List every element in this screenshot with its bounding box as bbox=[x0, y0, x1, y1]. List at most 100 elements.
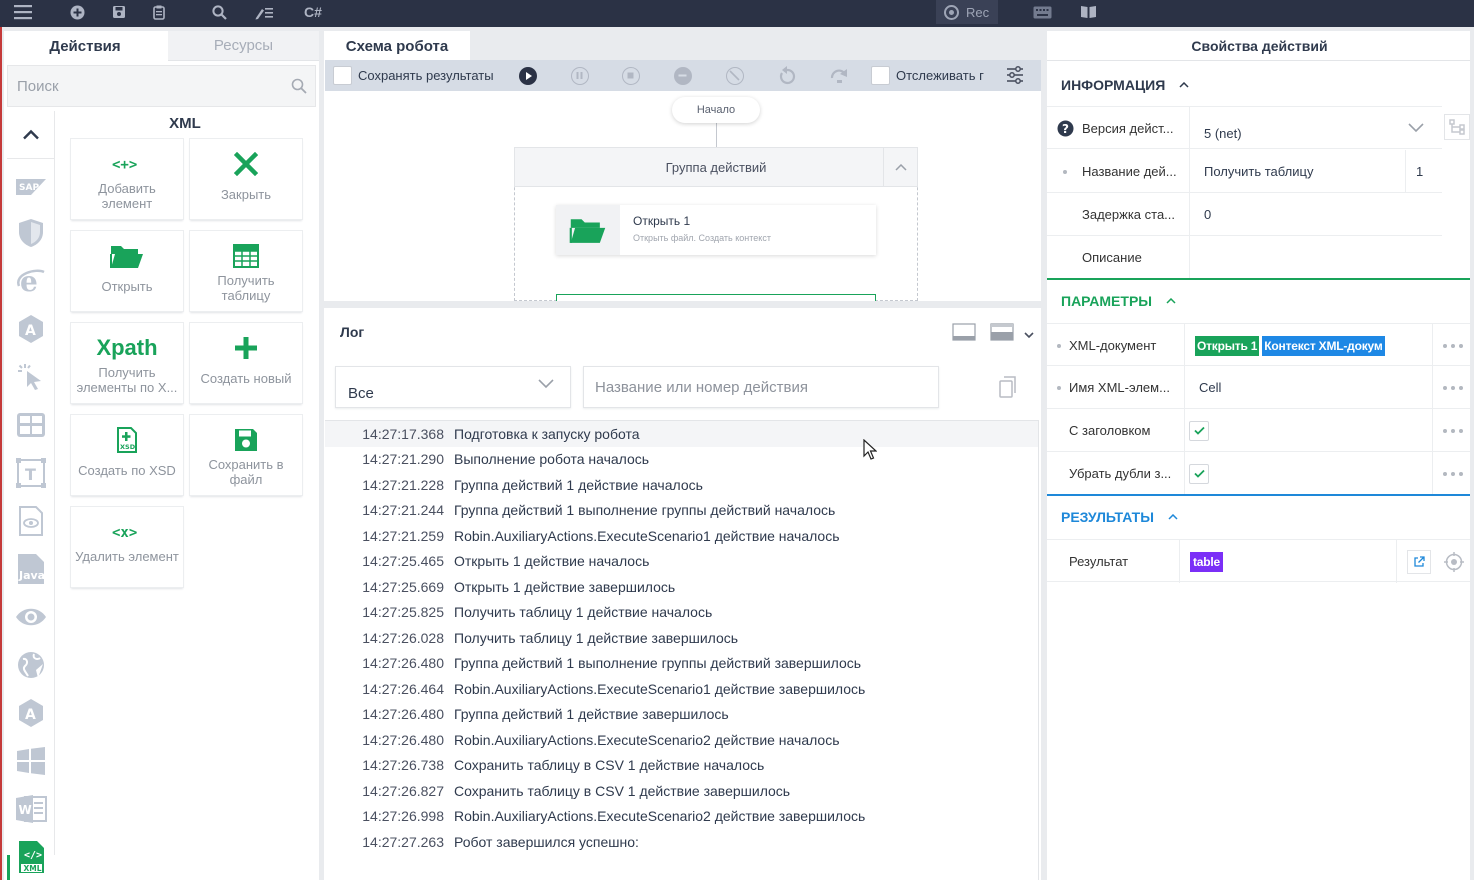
minus-icon[interactable] bbox=[674, 67, 692, 85]
tile-add-element[interactable]: <+> Добавить элемент bbox=[71, 139, 183, 219]
cancel-icon[interactable] bbox=[726, 67, 744, 85]
layout-split-icon[interactable] bbox=[990, 323, 1014, 344]
click-cursor-category-icon[interactable] bbox=[15, 361, 47, 393]
keyboard-icon[interactable] bbox=[1030, 0, 1054, 24]
automation-category-icon[interactable]: A bbox=[15, 313, 47, 345]
log-row[interactable]: 14:27:21.244 Группа действий 1 выполнение… bbox=[325, 498, 1038, 524]
new-icon[interactable] bbox=[66, 0, 88, 24]
log-list[interactable]: 14:27:17.368 Подготовка к запуску робота 1… bbox=[325, 420, 1039, 880]
stop-icon[interactable] bbox=[622, 67, 640, 85]
name-input[interactable]: Получить таблицу bbox=[1189, 150, 1405, 193]
dedupe-checkbox[interactable] bbox=[1189, 463, 1209, 484]
tab-robot-schema[interactable]: Схема робота bbox=[324, 33, 470, 60]
play-icon[interactable] bbox=[519, 67, 537, 85]
version-tree-icon[interactable] bbox=[1444, 114, 1470, 140]
group-collapse-button[interactable] bbox=[883, 148, 917, 186]
next-action-node[interactable] bbox=[556, 294, 876, 301]
table-category-icon[interactable] bbox=[15, 409, 47, 441]
log-search-input[interactable]: Название или номер действия bbox=[583, 366, 939, 408]
params-section-header[interactable]: ПАРАМЕТРЫ bbox=[1047, 281, 1472, 321]
log-row[interactable]: 14:27:21.290 Выполнение робота началось bbox=[325, 447, 1038, 473]
name-number[interactable]: 1 bbox=[1405, 150, 1442, 193]
log-row[interactable]: 14:27:21.228 Группа действий 1 действие н… bbox=[325, 472, 1038, 498]
book-icon[interactable] bbox=[1076, 0, 1100, 24]
windows-category-icon[interactable] bbox=[15, 745, 47, 777]
ie-browser-category-icon[interactable]: e bbox=[15, 265, 47, 297]
properties-scrollbar[interactable] bbox=[1470, 31, 1474, 880]
xml-doc-tag-open[interactable]: Открыть 1 bbox=[1195, 335, 1260, 356]
result-value[interactable]: table bbox=[1179, 540, 1396, 583]
log-row[interactable]: 14:27:25.465 Открыть 1 действие началось bbox=[325, 549, 1038, 575]
action-group-header[interactable]: Группа действий bbox=[514, 147, 918, 187]
tile-remove-element[interactable]: <x> Удалить элемент bbox=[71, 507, 183, 587]
log-row[interactable]: 14:27:26.480 Robin.AuxiliaryActions.Execu… bbox=[325, 727, 1038, 753]
clipboard-icon[interactable] bbox=[148, 0, 170, 24]
tile-create-new[interactable]: Создать новый bbox=[190, 323, 302, 403]
tile-open[interactable]: Открыть bbox=[71, 231, 183, 311]
info-section-header[interactable]: ИНФОРМАЦИЯ bbox=[1047, 65, 1472, 105]
save-results-checkbox[interactable] bbox=[333, 66, 352, 85]
tile-close[interactable]: Закрыть bbox=[190, 139, 302, 219]
description-input[interactable] bbox=[1189, 236, 1442, 279]
log-row[interactable]: 14:27:26.998 Robin.AuxiliaryActions.Execu… bbox=[325, 804, 1038, 830]
xml-doc-tag-context[interactable]: Контекст XML-докум bbox=[1262, 335, 1385, 356]
tile-create-by-xsd[interactable]: XSD Создать по XSD bbox=[71, 415, 183, 495]
more-options-icon[interactable] bbox=[1432, 409, 1472, 452]
log-row[interactable]: 14:27:17.368 Подготовка к запуску робота bbox=[325, 421, 1038, 447]
target-icon[interactable] bbox=[1444, 552, 1464, 575]
restart-icon[interactable] bbox=[778, 66, 796, 89]
copy-icon[interactable] bbox=[999, 376, 1017, 401]
chevron-down-icon[interactable] bbox=[1024, 327, 1034, 342]
automation-alt-category-icon[interactable]: A bbox=[15, 697, 47, 729]
more-options-icon[interactable] bbox=[1432, 324, 1472, 367]
start-node[interactable]: Начало bbox=[672, 97, 760, 123]
settings-sliders-icon[interactable] bbox=[1006, 66, 1024, 87]
java-category-icon[interactable]: Java bbox=[15, 553, 47, 585]
log-row[interactable]: 14:27:26.738 Сохранить таблицу в CSV 1 де… bbox=[325, 753, 1038, 779]
xml-doc-value[interactable]: Открыть 1 Контекст XML-докум bbox=[1184, 324, 1428, 367]
sap-category-icon[interactable]: SAP bbox=[15, 171, 47, 203]
tab-actions[interactable]: Действия bbox=[4, 31, 166, 61]
eye-category-icon[interactable] bbox=[15, 601, 47, 633]
open-action-node[interactable]: Открыть 1 Открыть файл. Создать контекст bbox=[556, 205, 876, 255]
xml-category-icon[interactable]: </> XML bbox=[15, 841, 47, 873]
more-options-icon[interactable] bbox=[1432, 366, 1472, 409]
tile-get-table[interactable]: Получить таблицу bbox=[190, 231, 302, 311]
shield-category-icon[interactable] bbox=[15, 217, 47, 249]
open-result-button[interactable] bbox=[1396, 540, 1440, 583]
category-collapse-button[interactable] bbox=[7, 111, 55, 159]
more-options-icon[interactable] bbox=[1432, 452, 1472, 495]
log-row[interactable]: 14:27:26.827 Сохранить таблицу в CSV 1 де… bbox=[325, 778, 1038, 804]
pause-icon[interactable] bbox=[571, 67, 589, 85]
edit-list-icon[interactable] bbox=[252, 0, 276, 24]
record-button[interactable]: Rec bbox=[936, 0, 998, 24]
log-filter-select[interactable]: Все bbox=[335, 366, 571, 408]
results-section-header[interactable]: РЕЗУЛЬТАТЫ bbox=[1047, 497, 1472, 537]
layout-bottom-icon[interactable] bbox=[952, 323, 976, 344]
word-category-icon[interactable]: W bbox=[15, 793, 47, 825]
actions-search-input[interactable]: Поиск bbox=[7, 65, 316, 107]
version-select[interactable]: 5 (net) bbox=[1189, 107, 1442, 150]
log-row[interactable]: 14:27:26.028 Получить таблицу 1 действие … bbox=[325, 625, 1038, 651]
hamburger-menu-icon[interactable] bbox=[10, 0, 36, 24]
tab-resources[interactable]: Ресурсы bbox=[168, 31, 319, 61]
tile-save-to-file[interactable]: Сохранить в файл bbox=[190, 415, 302, 495]
tile-get-by-xpath[interactable]: Xpath Получить элементы по X... bbox=[71, 323, 183, 403]
log-row[interactable]: 14:27:26.480 Группа действий 1 выполнение… bbox=[325, 651, 1038, 677]
web-globe-category-icon[interactable] bbox=[15, 649, 47, 681]
search-icon[interactable] bbox=[208, 0, 230, 24]
text-category-icon[interactable]: T bbox=[15, 457, 47, 489]
log-row[interactable]: 14:27:26.464 Robin.AuxiliaryActions.Execu… bbox=[325, 676, 1038, 702]
step-over-icon[interactable] bbox=[829, 66, 849, 87]
log-row[interactable]: 14:27:25.825 Получить таблицу 1 действие … bbox=[325, 600, 1038, 626]
document-view-category-icon[interactable] bbox=[15, 505, 47, 537]
search-icon[interactable] bbox=[291, 78, 307, 98]
log-row[interactable]: 14:27:27.263 Робот завершился успешно: bbox=[325, 829, 1038, 855]
xml-element-input[interactable]: Cell bbox=[1184, 366, 1428, 409]
schema-canvas[interactable]: Начало Группа действий Открыть 1 Открыть… bbox=[324, 91, 1041, 301]
result-tag[interactable]: table bbox=[1190, 551, 1224, 572]
csharp-icon[interactable]: C# bbox=[300, 0, 326, 24]
delay-input[interactable]: 0 bbox=[1189, 193, 1442, 236]
track-checkbox[interactable] bbox=[871, 66, 890, 85]
with-header-checkbox[interactable] bbox=[1189, 420, 1209, 441]
